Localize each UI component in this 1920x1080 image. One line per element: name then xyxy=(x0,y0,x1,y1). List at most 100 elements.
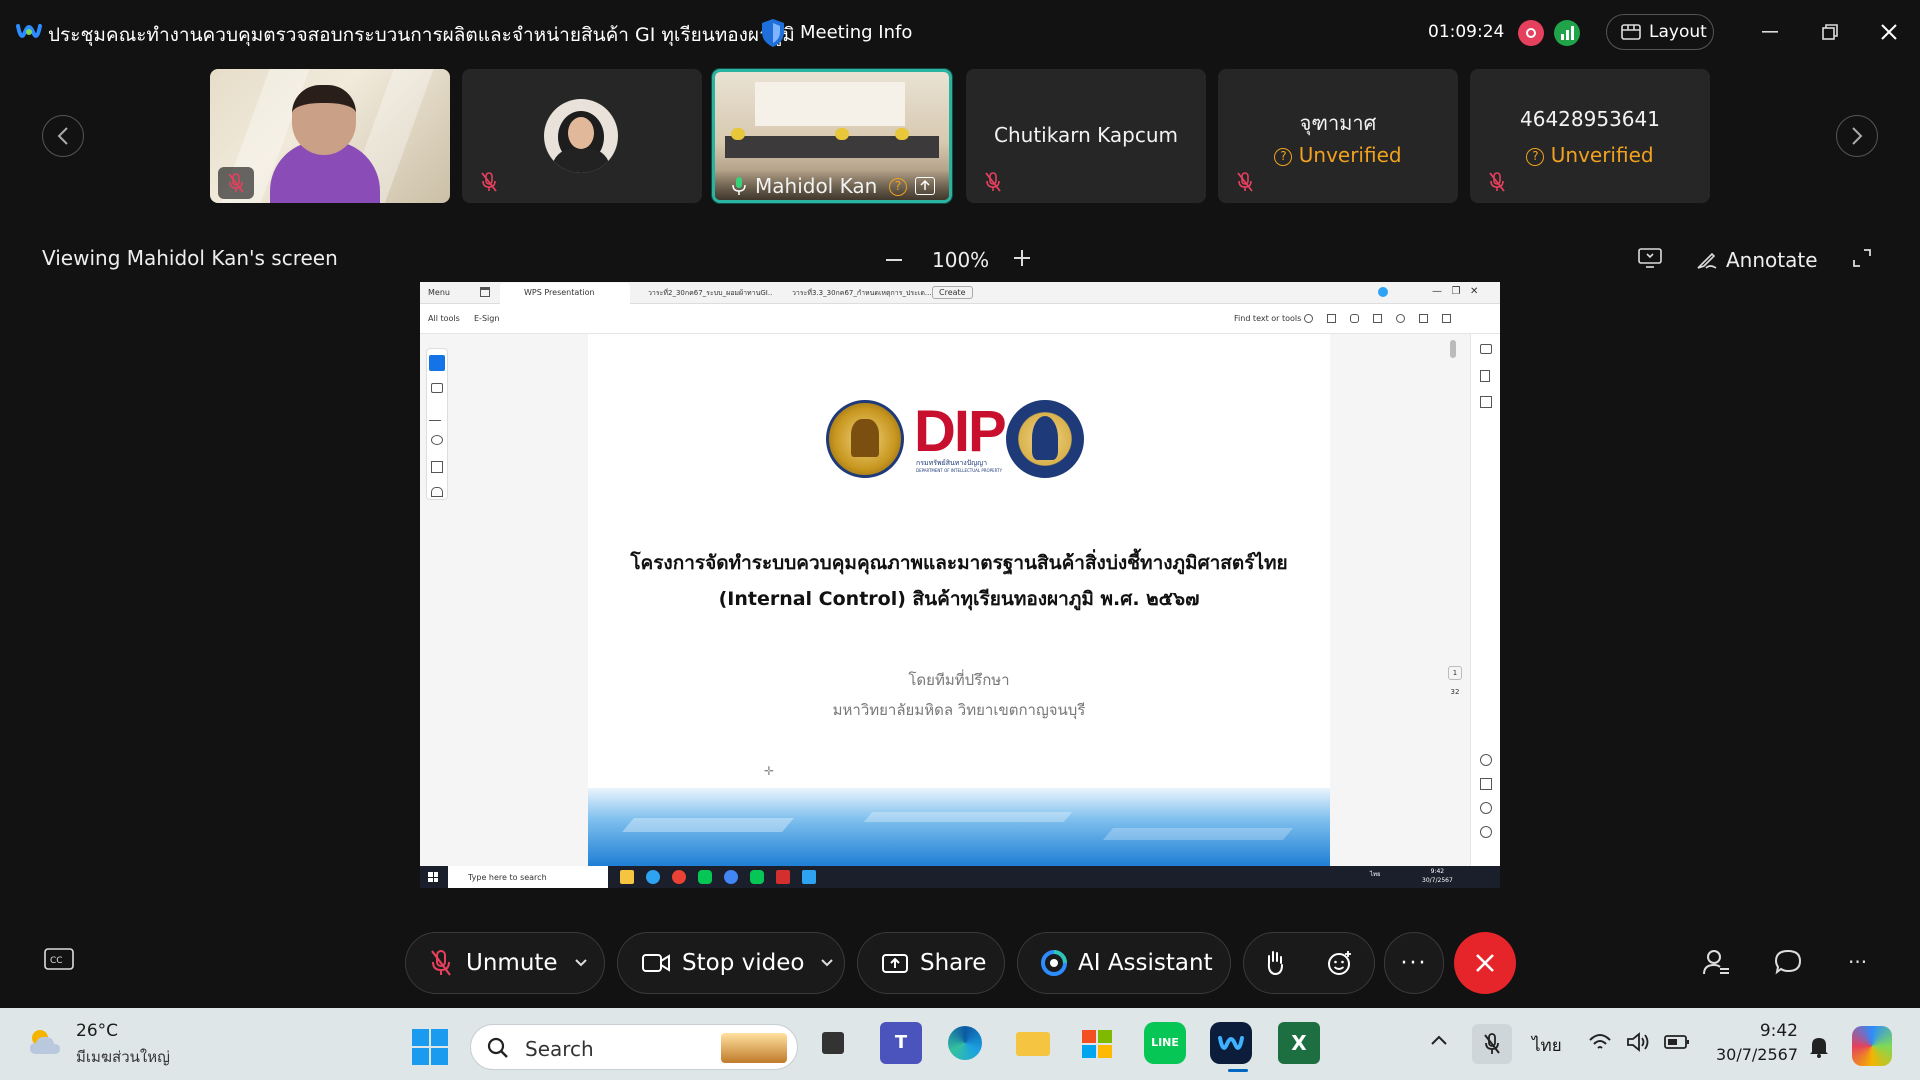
start-windows-icon[interactable] xyxy=(412,1029,448,1065)
stop-video-button[interactable]: Stop video xyxy=(617,932,845,994)
taskbar-search[interactable]: Search xyxy=(470,1024,798,1070)
shield-icon[interactable] xyxy=(760,18,786,48)
clock-time[interactable]: 9:42 xyxy=(1740,1021,1798,1041)
meeting-info-button[interactable]: Meeting Info xyxy=(800,22,912,43)
end-call-button[interactable] xyxy=(1454,932,1516,994)
inner-window-controls[interactable]: — ❐ ✕ xyxy=(1432,286,1478,297)
stop-video-label: Stop video xyxy=(682,950,805,976)
layout-button[interactable]: Layout xyxy=(1606,14,1714,50)
reactions-group[interactable] xyxy=(1243,932,1375,994)
chevron-down-icon[interactable] xyxy=(574,958,588,968)
bookmark-icon[interactable] xyxy=(1480,370,1490,382)
raise-hand-icon[interactable] xyxy=(1264,949,1286,977)
inner-lang: ไทย xyxy=(1370,871,1381,878)
wifi-icon[interactable] xyxy=(1588,1032,1612,1052)
network-stats-icon[interactable] xyxy=(1554,20,1580,46)
sign-tool-icon[interactable] xyxy=(431,487,443,497)
edge-icon[interactable] xyxy=(944,1022,986,1064)
inner-find[interactable]: Find text or tools xyxy=(1234,314,1301,323)
notification-bell-icon[interactable] xyxy=(1808,1034,1830,1058)
battery-icon[interactable] xyxy=(1664,1034,1690,1050)
ai-assistant-button[interactable]: AI Assistant xyxy=(1017,932,1231,994)
mahidol-seal-logo xyxy=(1006,400,1084,478)
zoom-out-icon[interactable] xyxy=(1480,826,1492,838)
more-options-button[interactable]: ··· xyxy=(1384,932,1444,994)
inner-tab[interactable]: วาระที่2_30กค67_ระบบ_ผอมผ้าทานGI.. xyxy=(648,288,772,299)
ai-assistant-icon xyxy=(1040,949,1068,977)
unverified-status: ? Unverified xyxy=(1218,143,1458,167)
teams-icon[interactable]: T xyxy=(880,1022,922,1064)
clock-date[interactable]: 30/7/2567 xyxy=(1706,1045,1798,1064)
fullscreen-icon[interactable] xyxy=(1852,248,1872,268)
inner-all-tools[interactable]: All tools xyxy=(428,314,460,323)
participant-tile-2[interactable] xyxy=(462,69,702,203)
meeting-timer: 01:09:24 xyxy=(1428,22,1505,42)
unmute-button[interactable]: Unmute xyxy=(405,932,605,994)
inner-tab-active[interactable]: WPS Presentation xyxy=(524,288,595,297)
text-tool-icon[interactable] xyxy=(431,461,443,473)
zoom-in-icon[interactable] xyxy=(1480,802,1492,814)
participant-tile-3[interactable]: Mahidol Kan ? xyxy=(712,69,952,203)
select-tool-icon[interactable] xyxy=(429,355,445,371)
inner-esign[interactable]: E-Sign xyxy=(474,314,499,323)
webex-icon[interactable] xyxy=(1210,1022,1252,1064)
more-panels-icon[interactable]: ··· xyxy=(1848,950,1867,974)
inner-windows-icon[interactable] xyxy=(428,872,438,882)
share-button[interactable]: Share xyxy=(857,932,1005,994)
excel-icon[interactable]: X xyxy=(1278,1022,1320,1064)
prev-participants-button[interactable] xyxy=(42,115,84,157)
page-total: 32 xyxy=(1450,688,1460,696)
chevron-up-icon[interactable] xyxy=(1430,1034,1448,1046)
inner-tool-strip[interactable] xyxy=(426,348,448,500)
participants-icon[interactable] xyxy=(1702,948,1730,976)
mic-muted-tray-icon[interactable] xyxy=(1472,1024,1512,1064)
shared-screen[interactable]: Menu WPS Presentation วาระที่2_30กค67_ระ… xyxy=(420,282,1500,888)
page-current[interactable]: 1 xyxy=(1448,666,1462,680)
emoji-icon[interactable] xyxy=(1326,949,1354,977)
participant-tile-6[interactable]: 46428953641 ? Unverified xyxy=(1470,69,1710,203)
language-indicator[interactable]: ไทย xyxy=(1532,1032,1562,1059)
shape-tool-icon[interactable] xyxy=(431,435,443,445)
inner-time: 9:42 xyxy=(1430,868,1445,875)
inner-side-panel xyxy=(420,334,588,866)
home-icon[interactable] xyxy=(480,287,490,297)
recording-icon[interactable] xyxy=(1518,20,1544,46)
title-bar: ประชุมคณะทำงานควบคุมตรวจสอบกระบวนการผลิต… xyxy=(0,0,1920,64)
comment-tool-icon[interactable] xyxy=(431,383,443,393)
copilot-icon[interactable] xyxy=(1852,1026,1892,1066)
inner-create-button[interactable]: Create xyxy=(932,286,973,299)
save-icon[interactable] xyxy=(1480,778,1492,790)
pages-icon[interactable] xyxy=(1480,396,1492,408)
line-icon[interactable]: LINE xyxy=(1144,1022,1186,1064)
inner-menu[interactable]: Menu xyxy=(428,288,450,297)
restore-icon[interactable] xyxy=(1810,12,1850,52)
annotate-button[interactable]: Annotate xyxy=(1696,248,1818,272)
volume-icon[interactable] xyxy=(1626,1032,1650,1052)
store-icon[interactable] xyxy=(1076,1022,1118,1064)
captions-icon[interactable]: CC xyxy=(44,948,74,972)
participant-name: จุฑามาศ xyxy=(1299,111,1377,135)
pen-tool-icon[interactable] xyxy=(428,409,446,421)
refresh-icon[interactable] xyxy=(1480,754,1492,766)
participant-tile-5[interactable]: จุฑามาศ ? Unverified xyxy=(1218,69,1458,203)
participant-tile-4[interactable]: Chutikarn Kapcum xyxy=(966,69,1206,203)
mic-on-icon xyxy=(731,176,747,196)
weather-icon[interactable] xyxy=(26,1026,66,1058)
close-icon xyxy=(1476,954,1494,972)
inner-tab[interactable]: วาระที่3.3_30กค67_กำหนดเหตุการ_ประเด... xyxy=(792,288,932,299)
zoom-out-button[interactable] xyxy=(884,250,904,270)
chat-icon[interactable] xyxy=(1774,948,1802,976)
zoom-in-button[interactable] xyxy=(1012,248,1032,268)
inner-scrollbar[interactable] xyxy=(1450,340,1456,358)
chevron-down-icon[interactable] xyxy=(820,958,834,968)
participant-tile-1[interactable] xyxy=(210,69,450,203)
close-icon[interactable] xyxy=(1869,12,1909,52)
next-participants-button[interactable] xyxy=(1836,115,1878,157)
minimize-icon[interactable] xyxy=(1750,12,1790,52)
comments-icon[interactable] xyxy=(1480,344,1492,354)
unmute-label: Unmute xyxy=(466,950,558,976)
inner-search[interactable]: Type here to search xyxy=(468,873,547,882)
task-view-icon[interactable] xyxy=(812,1022,854,1064)
file-explorer-icon[interactable] xyxy=(1012,1022,1054,1064)
screen-control-icon[interactable] xyxy=(1638,248,1662,268)
